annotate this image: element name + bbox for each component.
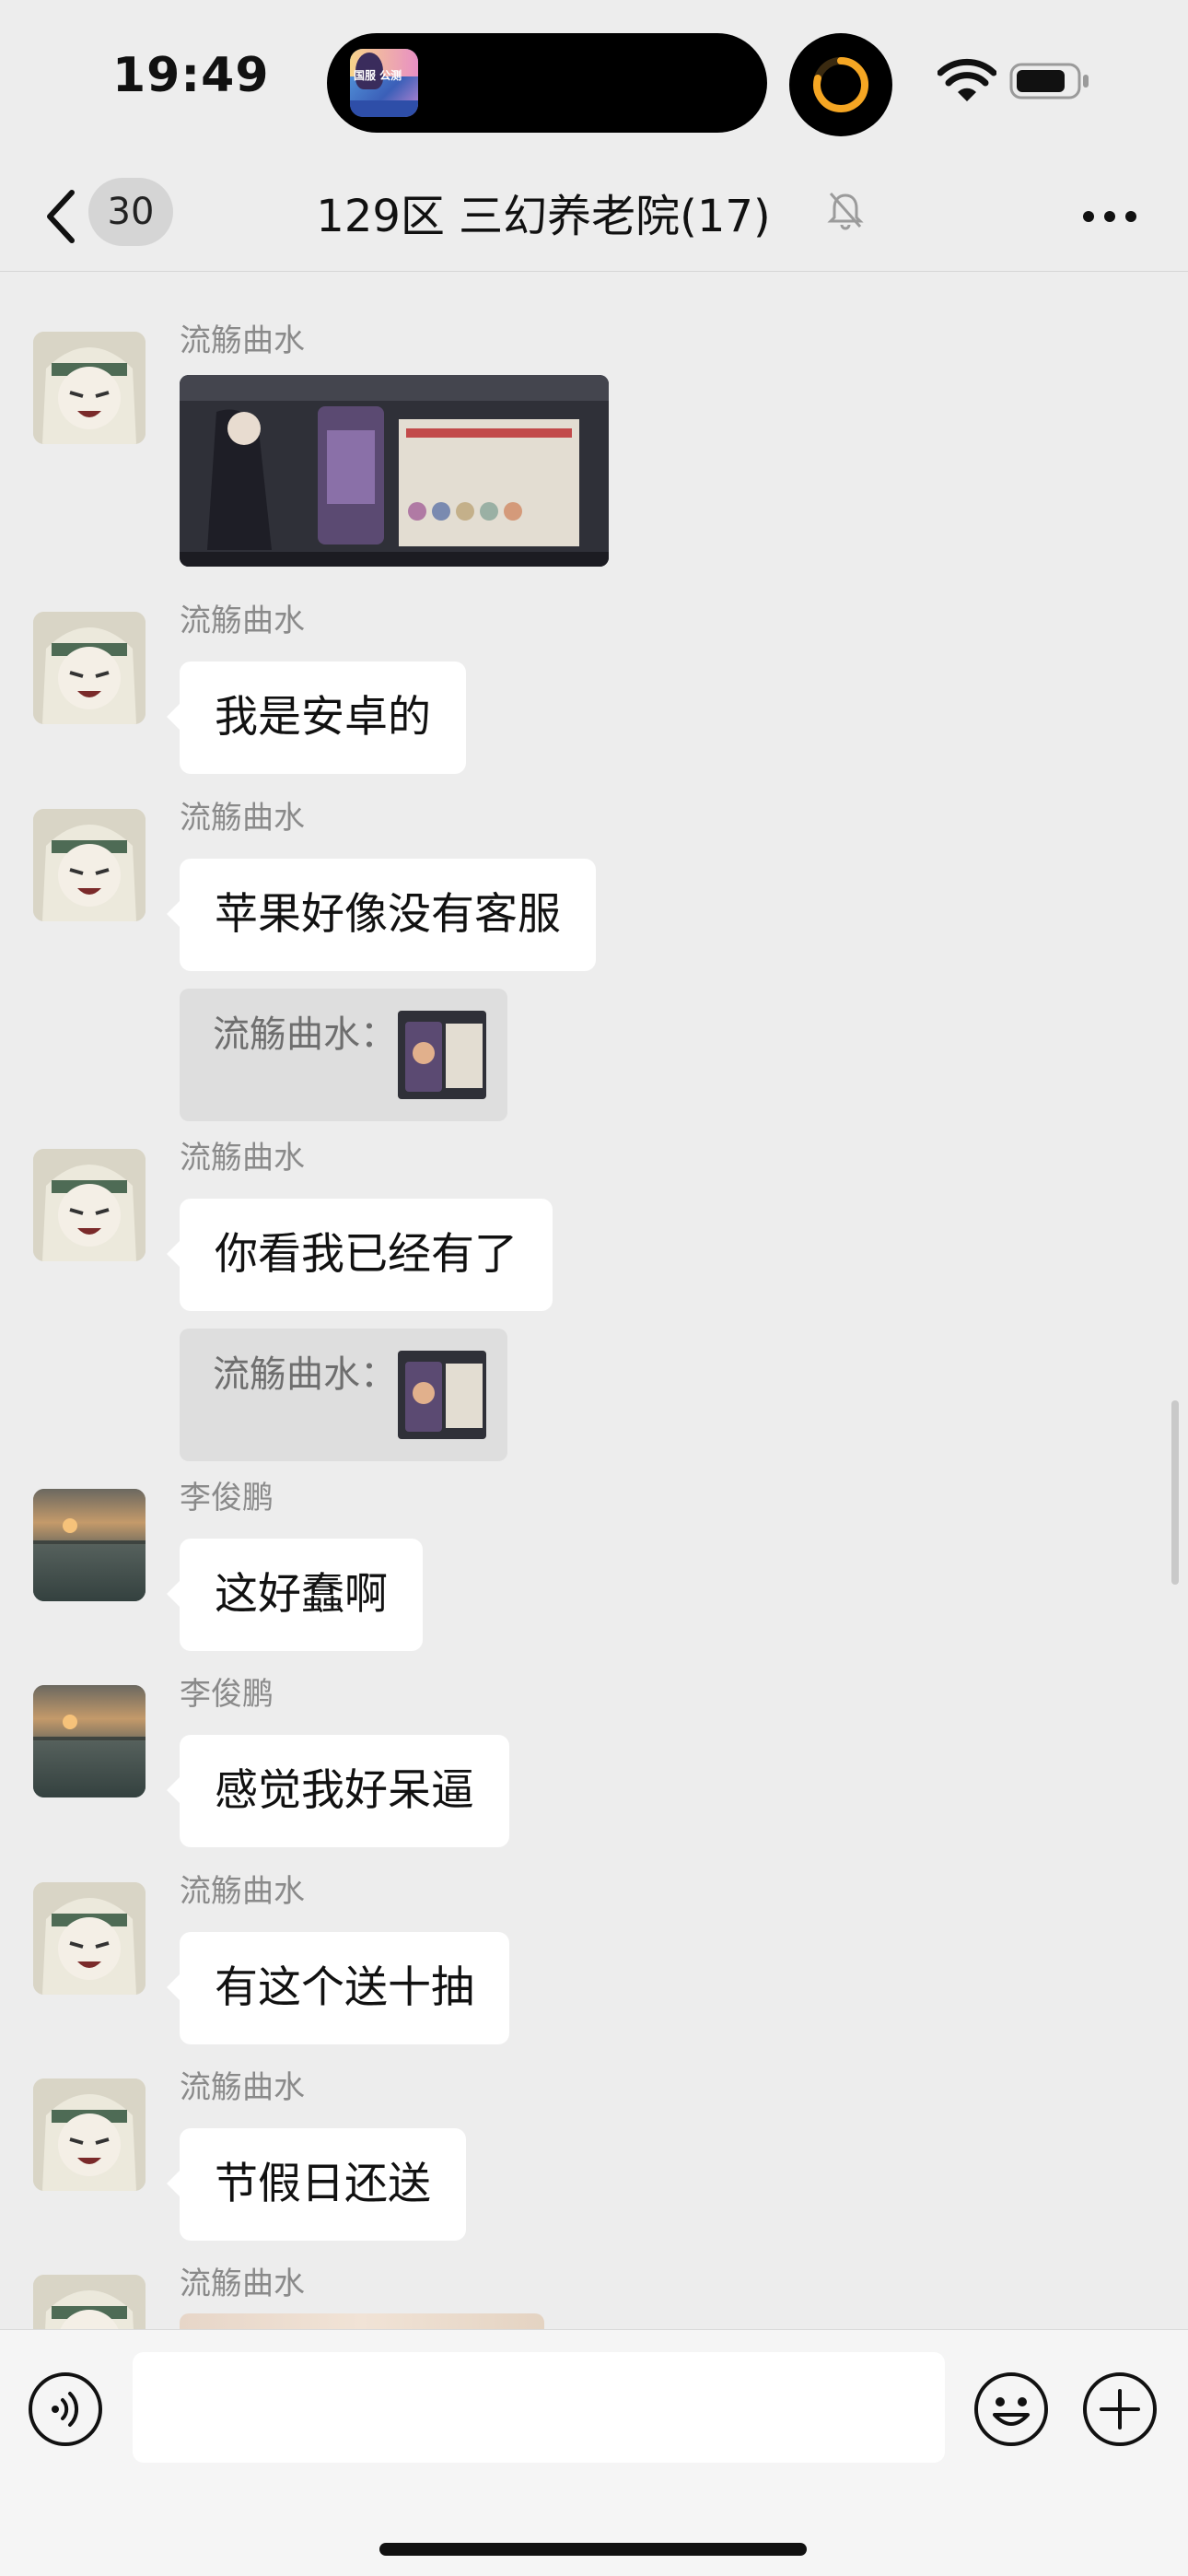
chevron-left-icon[interactable] (37, 181, 88, 252)
sender-name: 李俊鹏 (180, 1480, 274, 1516)
message-input[interactable] (133, 2352, 945, 2463)
chat-screen: 19:49 国服 公测 30 129区 三幻养老院(17) 流觞曲水 流觞曲水 … (0, 0, 1188, 2576)
status-bar: 19:49 国服 公测 (0, 0, 1188, 161)
scrollbar[interactable] (1171, 1400, 1179, 1585)
message-bubble[interactable]: 你看我已经有了 (167, 1199, 553, 1311)
message-bubble[interactable]: 节假日还送 (167, 2128, 466, 2241)
avatar[interactable] (33, 612, 146, 724)
message-item: 流觞曲水 (0, 2266, 1188, 2329)
battery-icon (1009, 63, 1089, 100)
avatar[interactable] (33, 1489, 146, 1601)
avatar[interactable] (33, 1685, 146, 1797)
message-bubble[interactable]: 这好蠢啊 (167, 1539, 423, 1651)
ellipsis-icon[interactable] (1077, 189, 1142, 244)
sender-name: 李俊鹏 (180, 1676, 274, 1713)
chat-title[interactable]: 129区 三幻养老院(17) (221, 180, 866, 253)
sender-name: 流觞曲水 (180, 1140, 305, 1177)
message-bubble[interactable]: 有这个送十抽 (167, 1932, 509, 2044)
wifi-icon (938, 58, 996, 101)
message-item: 流觞曲水 有这个送十抽 (0, 1873, 1188, 2057)
avatar[interactable] (33, 332, 146, 444)
image-message[interactable] (180, 375, 609, 567)
message-item: 李俊鹏 这好蠢啊 (0, 1480, 1188, 1664)
image-message[interactable] (180, 2313, 544, 2329)
quote-thumbnail (398, 1351, 486, 1439)
avatar[interactable] (33, 2078, 146, 2191)
unread-count-badge[interactable]: 30 (88, 178, 173, 246)
sender-name: 流觞曲水 (180, 2266, 305, 2302)
message-item: 流觞曲水 苹果好像没有客服 流觞曲水： (0, 800, 1188, 1122)
chat-header: 30 129区 三幻养老院(17) (0, 161, 1188, 272)
plus-circle-icon[interactable] (1081, 2371, 1159, 2448)
sender-name: 流觞曲水 (180, 322, 305, 359)
sender-name: 流觞曲水 (180, 1873, 305, 1910)
quote-text: 流觞曲水： (213, 1013, 397, 1056)
message-list[interactable]: 流觞曲水 流觞曲水 我是安卓的 流觞曲水 苹果好像没有客服 流觞曲水： 流觞曲水… (0, 273, 1188, 2329)
message-item: 流觞曲水 节假日还送 (0, 2069, 1188, 2254)
island-app-text: 国服 公测 (354, 69, 402, 82)
voice-icon[interactable] (28, 2371, 103, 2447)
quote-thumbnail (398, 1011, 486, 1099)
emoji-icon[interactable] (973, 2371, 1050, 2448)
message-item: 李俊鹏 感觉我好呆逼 (0, 1676, 1188, 1860)
sender-name: 流觞曲水 (180, 2069, 305, 2106)
avatar[interactable] (33, 809, 146, 921)
message-bubble[interactable]: 我是安卓的 (167, 662, 466, 774)
input-bar (0, 2329, 1188, 2576)
sender-name: 流觞曲水 (180, 603, 305, 639)
status-time: 19:49 (112, 48, 270, 103)
avatar[interactable] (33, 1882, 146, 1995)
message-bubble[interactable]: 感觉我好呆逼 (167, 1735, 509, 1847)
timer-activity-icon[interactable] (789, 33, 892, 136)
bell-slash-icon (827, 193, 864, 230)
avatar[interactable] (33, 2275, 146, 2329)
live-activity-app-icon: 国服 公测 (350, 49, 418, 117)
message-item: 流觞曲水 你看我已经有了 流觞曲水： (0, 1140, 1188, 1462)
dynamic-island[interactable]: 国服 公测 (327, 33, 767, 133)
quoted-reply[interactable]: 流觞曲水： (180, 989, 507, 1121)
quote-text: 流觞曲水： (213, 1353, 397, 1396)
home-indicator[interactable] (379, 2543, 807, 2556)
avatar[interactable] (33, 1149, 146, 1261)
sender-name: 流觞曲水 (180, 800, 305, 837)
quoted-reply[interactable]: 流觞曲水： (180, 1329, 507, 1461)
message-item: 流觞曲水 (0, 322, 1188, 567)
message-bubble[interactable]: 苹果好像没有客服 (167, 859, 596, 971)
message-item: 流觞曲水 我是安卓的 (0, 603, 1188, 787)
